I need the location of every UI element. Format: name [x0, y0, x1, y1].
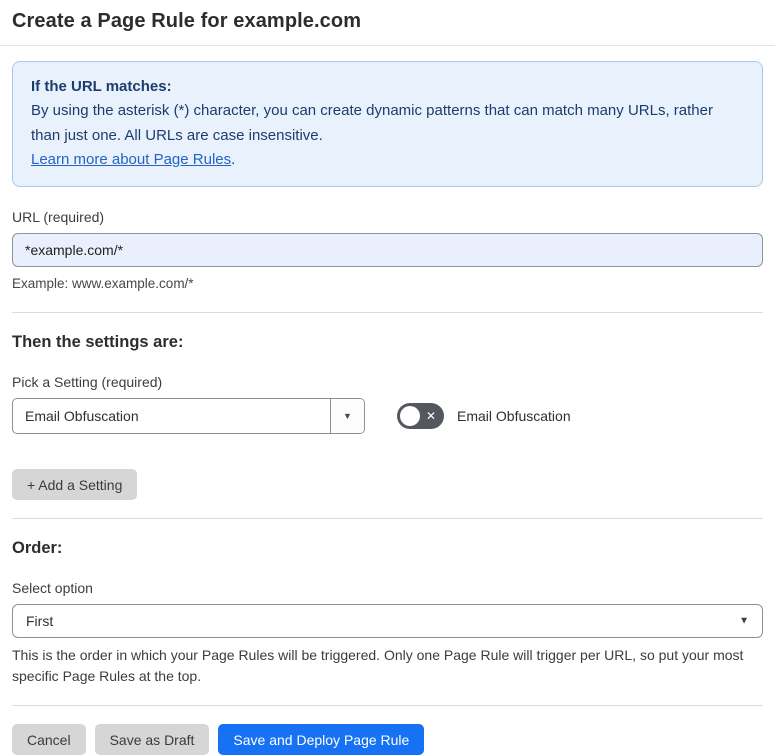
form-content: If the URL matches: By using the asteris… [0, 61, 775, 755]
save-as-draft-button[interactable]: Save as Draft [94, 724, 210, 755]
settings-section-heading: Then the settings are: [12, 333, 184, 352]
url-helper-text: Example: www.example.com/* [12, 276, 194, 292]
order-select-label: Select option [12, 580, 93, 597]
link-period: . [231, 150, 236, 168]
setting-select-arrow-button[interactable]: ▼ [330, 399, 364, 434]
order-select-value: First [26, 613, 54, 630]
order-helper-text: This is the order in which your Page Rul… [12, 647, 744, 685]
divider [12, 312, 763, 314]
add-setting-button[interactable]: + Add a Setting [12, 469, 138, 501]
chevron-down-icon: ▼ [739, 615, 749, 627]
toggle-off-x-icon: ✕ [425, 409, 436, 424]
order-section-heading: Order: [12, 539, 63, 558]
toggle-label: Email Obfuscation [457, 408, 571, 425]
info-box-heading: If the URL matches: [31, 78, 172, 95]
order-select[interactable]: First ▼ [12, 604, 763, 639]
page-header: Create a Page Rule for example.com [0, 0, 775, 46]
page-title: Create a Page Rule for example.com [12, 10, 362, 32]
setting-select-value: Email Obfuscation [25, 408, 139, 425]
cancel-button[interactable]: Cancel [12, 724, 86, 755]
setting-row: Email Obfuscation ▼ ✕ Email Obfuscation [12, 398, 763, 435]
setting-select[interactable]: Email Obfuscation ▼ [12, 398, 365, 435]
divider [12, 518, 763, 520]
toggle-group: ✕ Email Obfuscation [397, 403, 571, 430]
save-and-deploy-button[interactable]: Save and Deploy Page Rule [218, 724, 425, 755]
create-page-rule-form: Create a Page Rule for example.com If th… [0, 0, 775, 755]
footer-actions: Cancel Save as Draft Save and Deploy Pag… [12, 724, 763, 755]
pick-setting-label: Pick a Setting (required) [12, 374, 163, 391]
divider [12, 705, 763, 707]
url-match-info-box: If the URL matches: By using the asteris… [12, 61, 763, 188]
url-label: URL (required) [12, 209, 105, 226]
url-input[interactable] [12, 233, 763, 268]
toggle-knob [400, 406, 420, 427]
info-box-link-line: Learn more about Page Rules. [31, 148, 744, 172]
info-box-body: By using the asterisk (*) character, you… [31, 102, 713, 144]
learn-more-link[interactable]: Learn more about Page Rules [31, 151, 231, 168]
email-obfuscation-toggle[interactable]: ✕ [397, 403, 444, 430]
chevron-down-icon: ▼ [343, 411, 352, 422]
